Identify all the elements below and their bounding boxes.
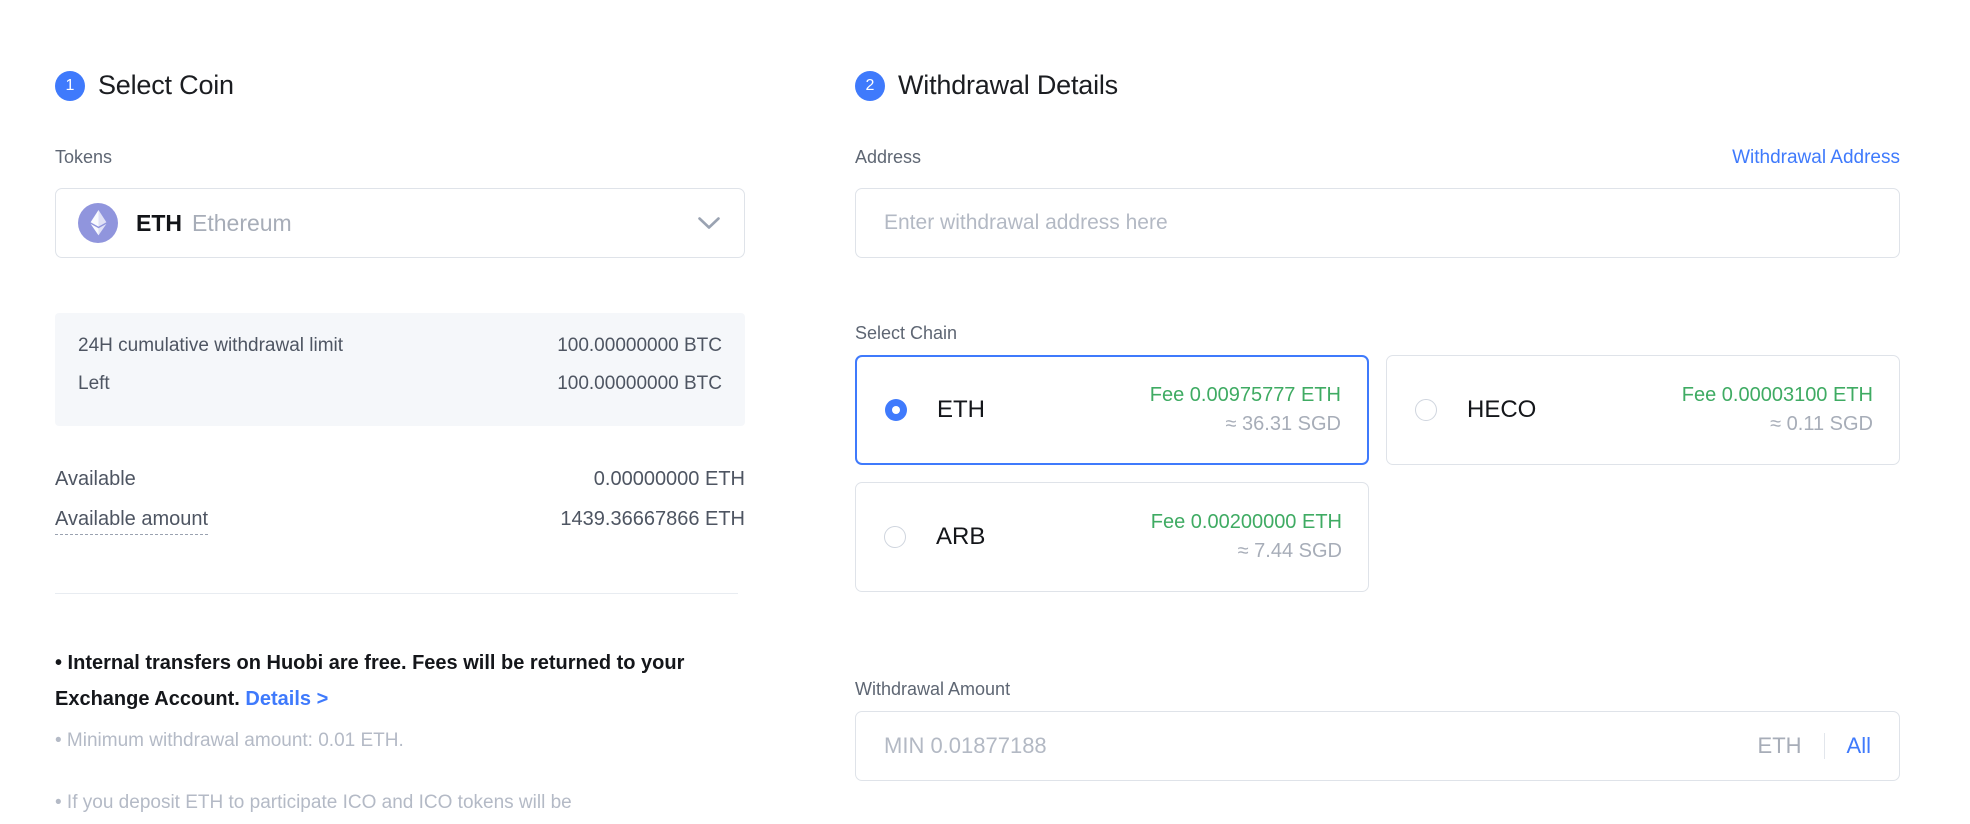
radio-icon-heco[interactable] <box>1415 399 1437 421</box>
chain-fee-fiat-heco: ≈ 0.11 SGD <box>1770 413 1873 435</box>
balance-rows: Available 0.00000000 ETH Available amoun… <box>55 468 745 552</box>
select-coin-heading: 1 Select Coin <box>55 70 234 101</box>
limit-label: 24H cumulative withdrawal limit <box>78 335 344 356</box>
available-amount-value: 1439.36667866 ETH <box>560 508 745 530</box>
withdrawal-amount-input[interactable] <box>884 733 1758 759</box>
chain-option-heco[interactable]: HECO Fee 0.00003100 ETH ≈ 0.11 SGD <box>1386 355 1900 465</box>
withdrawal-address-input[interactable] <box>884 211 1871 235</box>
note-ico: • If you deposit ETH to participate ICO … <box>55 792 572 813</box>
chain-fee-heco: Fee 0.00003100 ETH <box>1681 384 1873 406</box>
chevron-down-icon[interactable] <box>698 216 720 230</box>
radio-icon-arb[interactable] <box>884 526 906 548</box>
chain-fees-heco: Fee 0.00003100 ETH ≈ 0.11 SGD <box>1682 381 1873 439</box>
eth-coin-icon <box>78 203 118 243</box>
limit-value: 100.00000000 BTC <box>557 335 722 356</box>
step-2-title: Withdrawal Details <box>898 70 1118 100</box>
step-1-title: Select Coin <box>98 70 234 100</box>
withdrawal-details-heading: 2 Withdrawal Details <box>855 70 1118 101</box>
token-name: Ethereum <box>192 209 292 236</box>
chain-name-eth: ETH <box>937 396 985 423</box>
section-divider <box>55 593 738 594</box>
balance-row-available: Available 0.00000000 ETH <box>55 468 745 491</box>
chain-name-heco: HECO <box>1467 396 1537 423</box>
token-symbol: ETH <box>136 209 182 236</box>
amount-all-button[interactable]: All <box>1847 733 1871 759</box>
limit-label: Left <box>78 373 110 394</box>
withdrawal-amount-wrapper[interactable]: ETH All <box>855 711 1900 781</box>
note-minimum-amount: • Minimum withdrawal amount: 0.01 ETH. <box>55 730 404 751</box>
withdrawal-details-column: 2 Withdrawal Details Address Withdrawal … <box>855 0 1900 824</box>
withdrawal-address-link[interactable]: Withdrawal Address <box>1732 147 1900 169</box>
address-label-row: Address Withdrawal Address <box>855 147 1900 169</box>
limit-value: 100.00000000 BTC <box>557 373 722 394</box>
address-label: Address <box>855 147 922 167</box>
chain-fee-arb: Fee 0.00200000 ETH <box>1150 511 1342 533</box>
chain-fee-fiat-arb: ≈ 7.44 SGD <box>1237 540 1342 562</box>
chain-fee-fiat-eth: ≈ 36.31 SGD <box>1225 413 1341 435</box>
select-coin-column: 1 Select Coin Tokens ETH Ethereum 24H cu… <box>55 0 745 824</box>
chain-options: ETH Fee 0.00975777 ETH ≈ 36.31 SGD HECO … <box>855 355 1900 592</box>
limit-row: 24H cumulative withdrawal limit 100.0000… <box>78 335 722 357</box>
amount-unit: ETH <box>1757 733 1802 758</box>
step-2-badge: 2 <box>855 70 885 101</box>
withdrawal-amount-label: Withdrawal Amount <box>855 679 1011 699</box>
note-internal-transfers: • Internal transfers on Huobi are free. … <box>55 645 738 717</box>
note-internal-transfers-text: • Internal transfers on Huobi are free. … <box>55 652 685 710</box>
tokens-label: Tokens <box>55 147 113 167</box>
limit-row: Left 100.00000000 BTC <box>78 373 722 395</box>
available-value: 0.00000000 ETH <box>593 468 745 490</box>
details-link[interactable]: Details > <box>245 688 328 710</box>
amount-separator <box>1823 733 1825 759</box>
chain-name-arb: ARB <box>936 523 986 550</box>
select-chain-label: Select Chain <box>855 323 958 343</box>
chain-fee-eth: Fee 0.00975777 ETH <box>1149 384 1341 406</box>
available-amount-label[interactable]: Available amount <box>55 508 209 535</box>
chain-fees-eth: Fee 0.00975777 ETH ≈ 36.31 SGD <box>1150 381 1341 439</box>
step-1-badge: 1 <box>55 70 85 101</box>
withdrawal-limits-panel: 24H cumulative withdrawal limit 100.0000… <box>55 313 745 426</box>
chain-fees-arb: Fee 0.00200000 ETH ≈ 7.44 SGD <box>1151 508 1342 566</box>
token-select[interactable]: ETH Ethereum <box>55 188 745 258</box>
address-input-wrapper[interactable] <box>855 188 1900 258</box>
chain-option-eth[interactable]: ETH Fee 0.00975777 ETH ≈ 36.31 SGD <box>855 355 1369 465</box>
withdrawal-page: 1 Select Coin Tokens ETH Ethereum 24H cu… <box>0 0 1970 824</box>
notes-section: • Internal transfers on Huobi are free. … <box>55 645 738 821</box>
available-label: Available <box>55 468 136 490</box>
radio-icon-eth[interactable] <box>885 399 907 421</box>
balance-row-available-amount: Available amount 1439.36667866 ETH <box>55 508 745 535</box>
chain-option-arb[interactable]: ARB Fee 0.00200000 ETH ≈ 7.44 SGD <box>855 482 1369 592</box>
